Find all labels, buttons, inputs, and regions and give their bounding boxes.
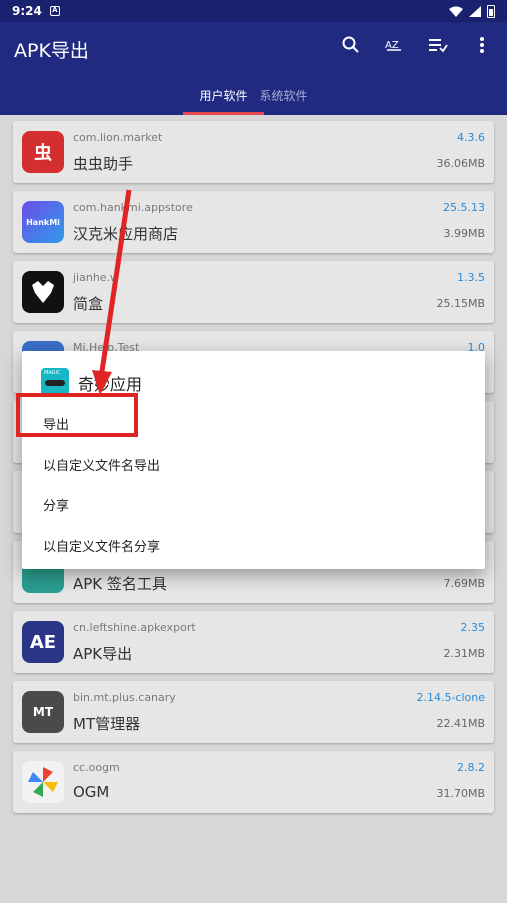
annotation-arrow <box>92 189 132 395</box>
